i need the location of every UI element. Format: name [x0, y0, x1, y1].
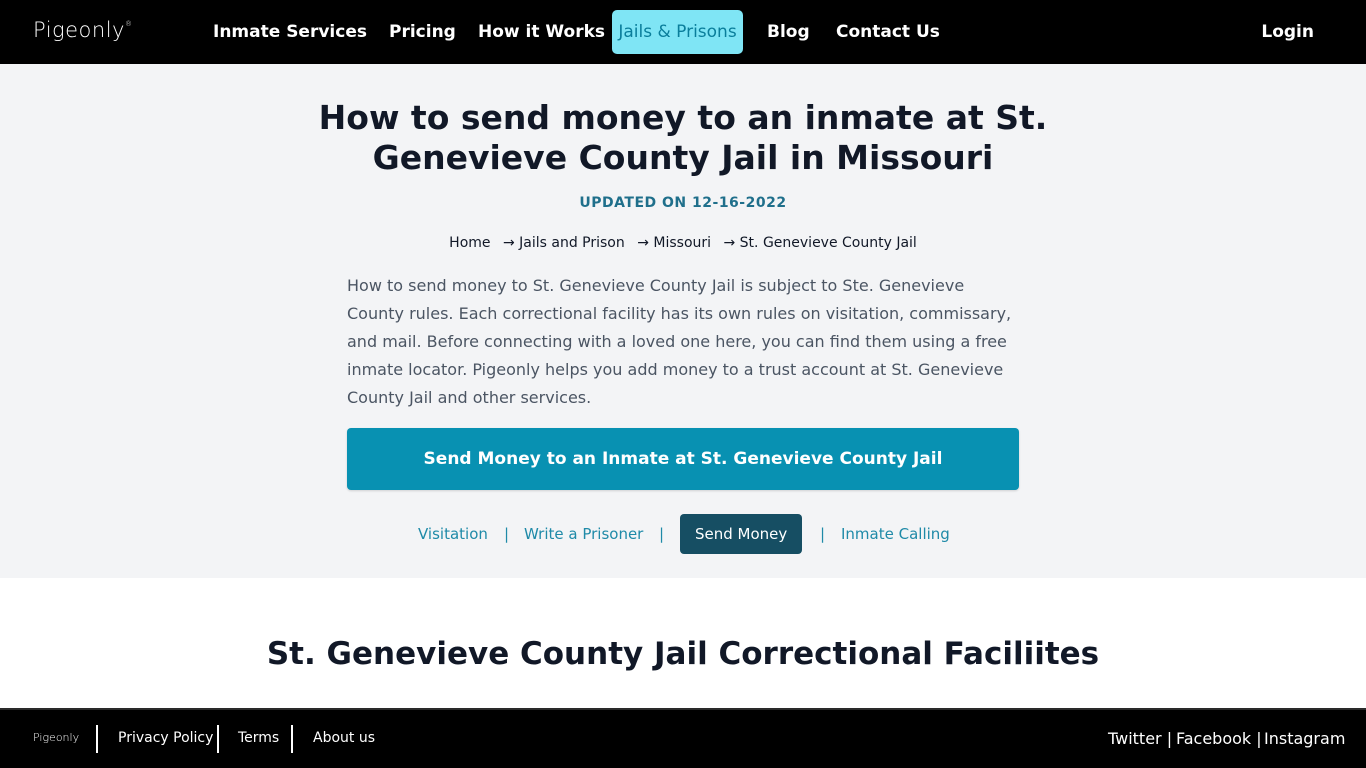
nav-how-it-works[interactable]: How it Works [478, 10, 605, 54]
tab-send-money[interactable]: Send Money [680, 514, 803, 554]
tab-separator: | [659, 525, 665, 543]
breadcrumb-jails-and-prison[interactable]: → Jails and Prison [503, 235, 625, 251]
login-link[interactable]: Login [1261, 10, 1314, 54]
footer-instagram[interactable]: Instagram [1264, 729, 1345, 748]
breadcrumb: Home → Jails and Prison → Missouri → St.… [0, 235, 1366, 251]
footer-divider [96, 725, 98, 753]
top-nav: Pigeonly® Inmate Services Pricing How it… [0, 0, 1366, 64]
facilities-heading: St. Genevieve County Jail Correctional F… [266, 636, 1100, 672]
tab-write-a-prisoner[interactable]: Write a Prisoner [524, 514, 643, 554]
nav-contact-us[interactable]: Contact Us [836, 10, 940, 54]
breadcrumb-missouri[interactable]: → Missouri [637, 235, 711, 251]
updated-date: UPDATED ON 12-16-2022 [579, 195, 787, 211]
footer-divider [217, 725, 219, 753]
breadcrumb-home[interactable]: Home [449, 235, 490, 251]
send-money-cta-button[interactable]: Send Money to an Inmate at St. Genevieve… [347, 428, 1019, 490]
tab-visitation[interactable]: Visitation [418, 514, 488, 554]
footer: Pigeonly Privacy Policy Terms About us T… [0, 708, 1366, 768]
footer-logo[interactable]: Pigeonly [33, 731, 79, 744]
page-title: How to send money to an inmate at St. Ge… [318, 98, 1048, 177]
footer-divider [291, 725, 293, 753]
nav-jails-prisons[interactable]: Jails & Prisons [612, 10, 743, 54]
footer-privacy-policy[interactable]: Privacy Policy [118, 730, 213, 746]
pigeonly-logo[interactable]: Pigeonly® [33, 18, 132, 42]
tab-separator: | [504, 525, 510, 543]
nav-inmate-services[interactable]: Inmate Services [213, 10, 367, 54]
footer-about-us[interactable]: About us [313, 730, 375, 746]
intro-paragraph: How to send money to St. Genevieve Count… [347, 276, 1012, 407]
tab-separator: | [820, 525, 826, 543]
hero-section: How to send money to an inmate at St. Ge… [0, 64, 1366, 578]
footer-terms[interactable]: Terms [238, 730, 279, 746]
nav-pricing[interactable]: Pricing [389, 10, 456, 54]
service-tabs: Visitation | Write a Prisoner | Send Mon… [0, 514, 1366, 554]
footer-twitter[interactable]: Twitter | [1108, 729, 1172, 748]
footer-facebook[interactable]: Facebook | [1176, 729, 1262, 748]
trademark-icon: ® [124, 20, 133, 28]
nav-blog[interactable]: Blog [767, 10, 810, 54]
tab-inmate-calling[interactable]: Inmate Calling [841, 514, 950, 554]
logo-text: Pigeonly [33, 18, 125, 42]
breadcrumb-current[interactable]: → St. Genevieve County Jail [723, 235, 916, 251]
